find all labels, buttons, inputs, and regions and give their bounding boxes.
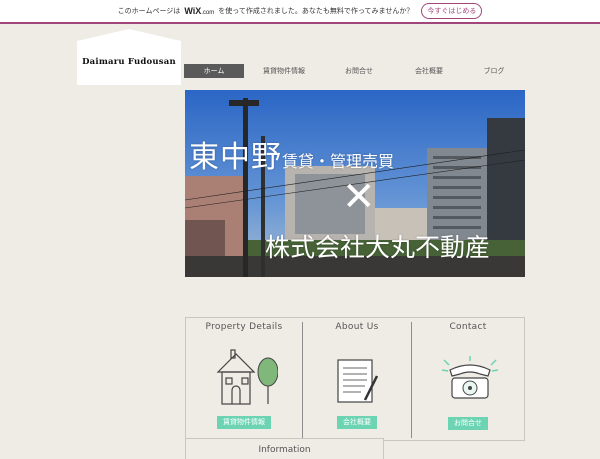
site-logo[interactable]: Daimaru Fudousan [77, 29, 181, 85]
wix-banner-suffix: を使って作成されました。あなたも無料で作ってみませんか？ [218, 7, 414, 15]
hero-services: 賃貸・管理売買 [282, 152, 395, 171]
notepad-pen-icon [337, 359, 379, 403]
section-contact: Contact お問合せ [412, 318, 524, 440]
main-nav: ホーム 賃貸物件情報 お問合せ 会社概要 ブログ [184, 64, 524, 78]
section-title: Contact [449, 322, 487, 332]
hero-company-name: 株式会社大丸不動産 [265, 233, 491, 262]
logo-text: Daimaru Fudousan [82, 57, 176, 67]
hero-cross: ✕ [342, 174, 376, 220]
hero-banner: 東中野賃貸・管理売買 ✕ 株式会社大丸不動産 [185, 90, 525, 277]
nav-item-home[interactable]: ホーム [184, 64, 244, 78]
wix-brand: WiX [184, 6, 202, 16]
nav-item-contact[interactable]: お問合せ [324, 64, 394, 78]
information-box: Information [185, 438, 384, 459]
wix-banner: このホームページは WiX.com を使って作成されました。あなたも無料で作って… [0, 0, 600, 24]
section-title: Property Details [205, 322, 283, 332]
section-title: About Us [335, 322, 379, 332]
contact-button[interactable]: お問合せ [448, 417, 488, 430]
wix-banner-prefix: このホームページは [117, 7, 181, 15]
about-button[interactable]: 会社概要 [337, 416, 377, 429]
property-button[interactable]: 賃貸物件情報 [217, 416, 271, 429]
section-property: Property Details 賃貸物件情報 [186, 318, 302, 440]
house-tree-icon [216, 349, 278, 405]
information-title: Information [258, 445, 311, 455]
nav-item-company[interactable]: 会社概要 [394, 64, 464, 78]
hero-area: 東中野 [189, 140, 282, 175]
hero-title-line1: 東中野賃貸・管理売買 [189, 132, 394, 176]
start-now-button[interactable]: 今すぐはじめる [421, 3, 483, 19]
nav-item-blog[interactable]: ブログ [464, 64, 524, 78]
section-about: About Us 会社概要 [303, 318, 411, 440]
wix-logo[interactable]: WiX.com [184, 6, 214, 16]
nav-item-rental[interactable]: 賃貸物件情報 [244, 64, 324, 78]
wix-brand-suffix: .com [201, 10, 215, 16]
rotary-phone-icon [441, 356, 499, 399]
sections-panel: Property Details 賃貸物件情報 About Us 会社概要 Co… [185, 317, 525, 441]
